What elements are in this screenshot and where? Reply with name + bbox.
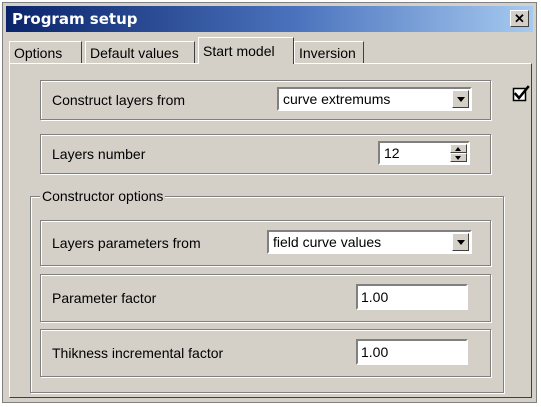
checkmark-icon[interactable] [512,85,530,103]
start-model-panel: Construct layers from curve extremums La… [9,63,532,398]
thickness-factor-label: Thikness incremental factor [52,345,224,361]
thickness-factor-value: 1.00 [361,344,389,360]
chevron-down-icon[interactable] [452,233,469,251]
layers-number-label: Layers number [52,146,146,162]
tab-default-values[interactable]: Default values [85,41,195,63]
construct-layers-select[interactable]: curve extremums [277,87,472,111]
layers-parameters-label: Layers parameters from [52,235,201,251]
parameter-factor-label: Parameter factor [52,290,157,306]
thickness-factor-group: Thikness incremental factor 1.00 [40,329,491,377]
layers-number-group: Layers number 12 [40,134,491,174]
spin-up-icon[interactable] [450,144,467,153]
close-icon: ✕ [514,11,525,26]
construct-layers-value: curve extremums [283,91,391,107]
construct-layers-group: Construct layers from curve extremums [40,80,491,120]
parameter-factor-value: 1.00 [361,289,389,305]
chevron-down-icon[interactable] [452,90,469,108]
program-setup-window: Program setup ✕ Options Default values S… [2,2,537,403]
layers-number-spinner[interactable]: 12 [378,141,470,165]
thickness-factor-input[interactable]: 1.00 [356,339,468,365]
tab-start-model[interactable]: Start model [198,37,294,64]
constructor-options-title: Constructor options [40,188,166,204]
layers-parameters-value: field curve values [273,234,382,250]
parameter-factor-input[interactable]: 1.00 [356,284,468,310]
construct-layers-label: Construct layers from [52,92,186,108]
window-title: Program setup [12,10,138,28]
tab-options[interactable]: Options [9,41,82,63]
layers-parameters-group: Layers parameters from field curve value… [40,220,491,266]
layers-parameters-select[interactable]: field curve values [267,230,472,254]
spin-down-icon[interactable] [450,153,467,162]
close-button[interactable]: ✕ [510,10,529,27]
parameter-factor-group: Parameter factor 1.00 [40,274,491,322]
layers-number-value: 12 [384,145,400,161]
title-bar[interactable]: Program setup ✕ [6,6,533,32]
tab-inversion[interactable]: Inversion [294,41,364,63]
